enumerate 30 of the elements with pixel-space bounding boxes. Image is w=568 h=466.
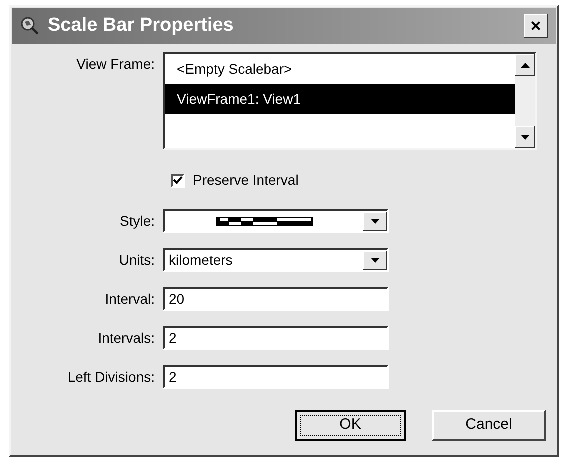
field-label: View Frame: bbox=[76, 55, 156, 74]
field-label: Style: bbox=[118, 212, 156, 231]
scale-bar-icon bbox=[216, 216, 312, 226]
dropdown-value: kilometers bbox=[168, 250, 234, 270]
input-field[interactable]: 2 bbox=[163, 365, 389, 389]
checkbox-label: Preserve Interval bbox=[193, 171, 299, 190]
input-field[interactable]: 2 bbox=[163, 326, 389, 350]
down-arrow-icon bbox=[370, 258, 380, 262]
dropdown-button[interactable] bbox=[363, 250, 387, 270]
field-label: Intervals: bbox=[97, 328, 156, 348]
units-dropdown[interactable]: kilometers bbox=[163, 248, 389, 272]
scroll-up-button[interactable] bbox=[515, 54, 535, 76]
list-item[interactable]: ViewFrame1: View1 bbox=[165, 84, 515, 114]
close-button[interactable]: × bbox=[524, 14, 548, 38]
down-arrow-icon bbox=[370, 218, 380, 224]
style-dropdown[interactable] bbox=[163, 209, 389, 233]
dropdown-button[interactable] bbox=[363, 212, 387, 230]
input-field[interactable]: 20 bbox=[163, 287, 389, 311]
dialog-button[interactable]: OK bbox=[295, 410, 406, 441]
up-arrow-icon bbox=[520, 62, 530, 68]
field-label: Units: bbox=[118, 250, 156, 270]
down-arrow-icon bbox=[520, 134, 530, 140]
scroll-down-button[interactable] bbox=[515, 126, 535, 148]
checkbox[interactable] bbox=[171, 174, 185, 188]
field-label: Left Divisions: bbox=[66, 368, 156, 386]
dialog-button[interactable]: Cancel bbox=[432, 410, 546, 441]
magnifier-icon bbox=[20, 16, 40, 36]
window-title: Scale Bar Properties bbox=[48, 14, 235, 38]
field-label: Interval: bbox=[104, 290, 156, 308]
scroll-bar[interactable] bbox=[515, 54, 535, 148]
